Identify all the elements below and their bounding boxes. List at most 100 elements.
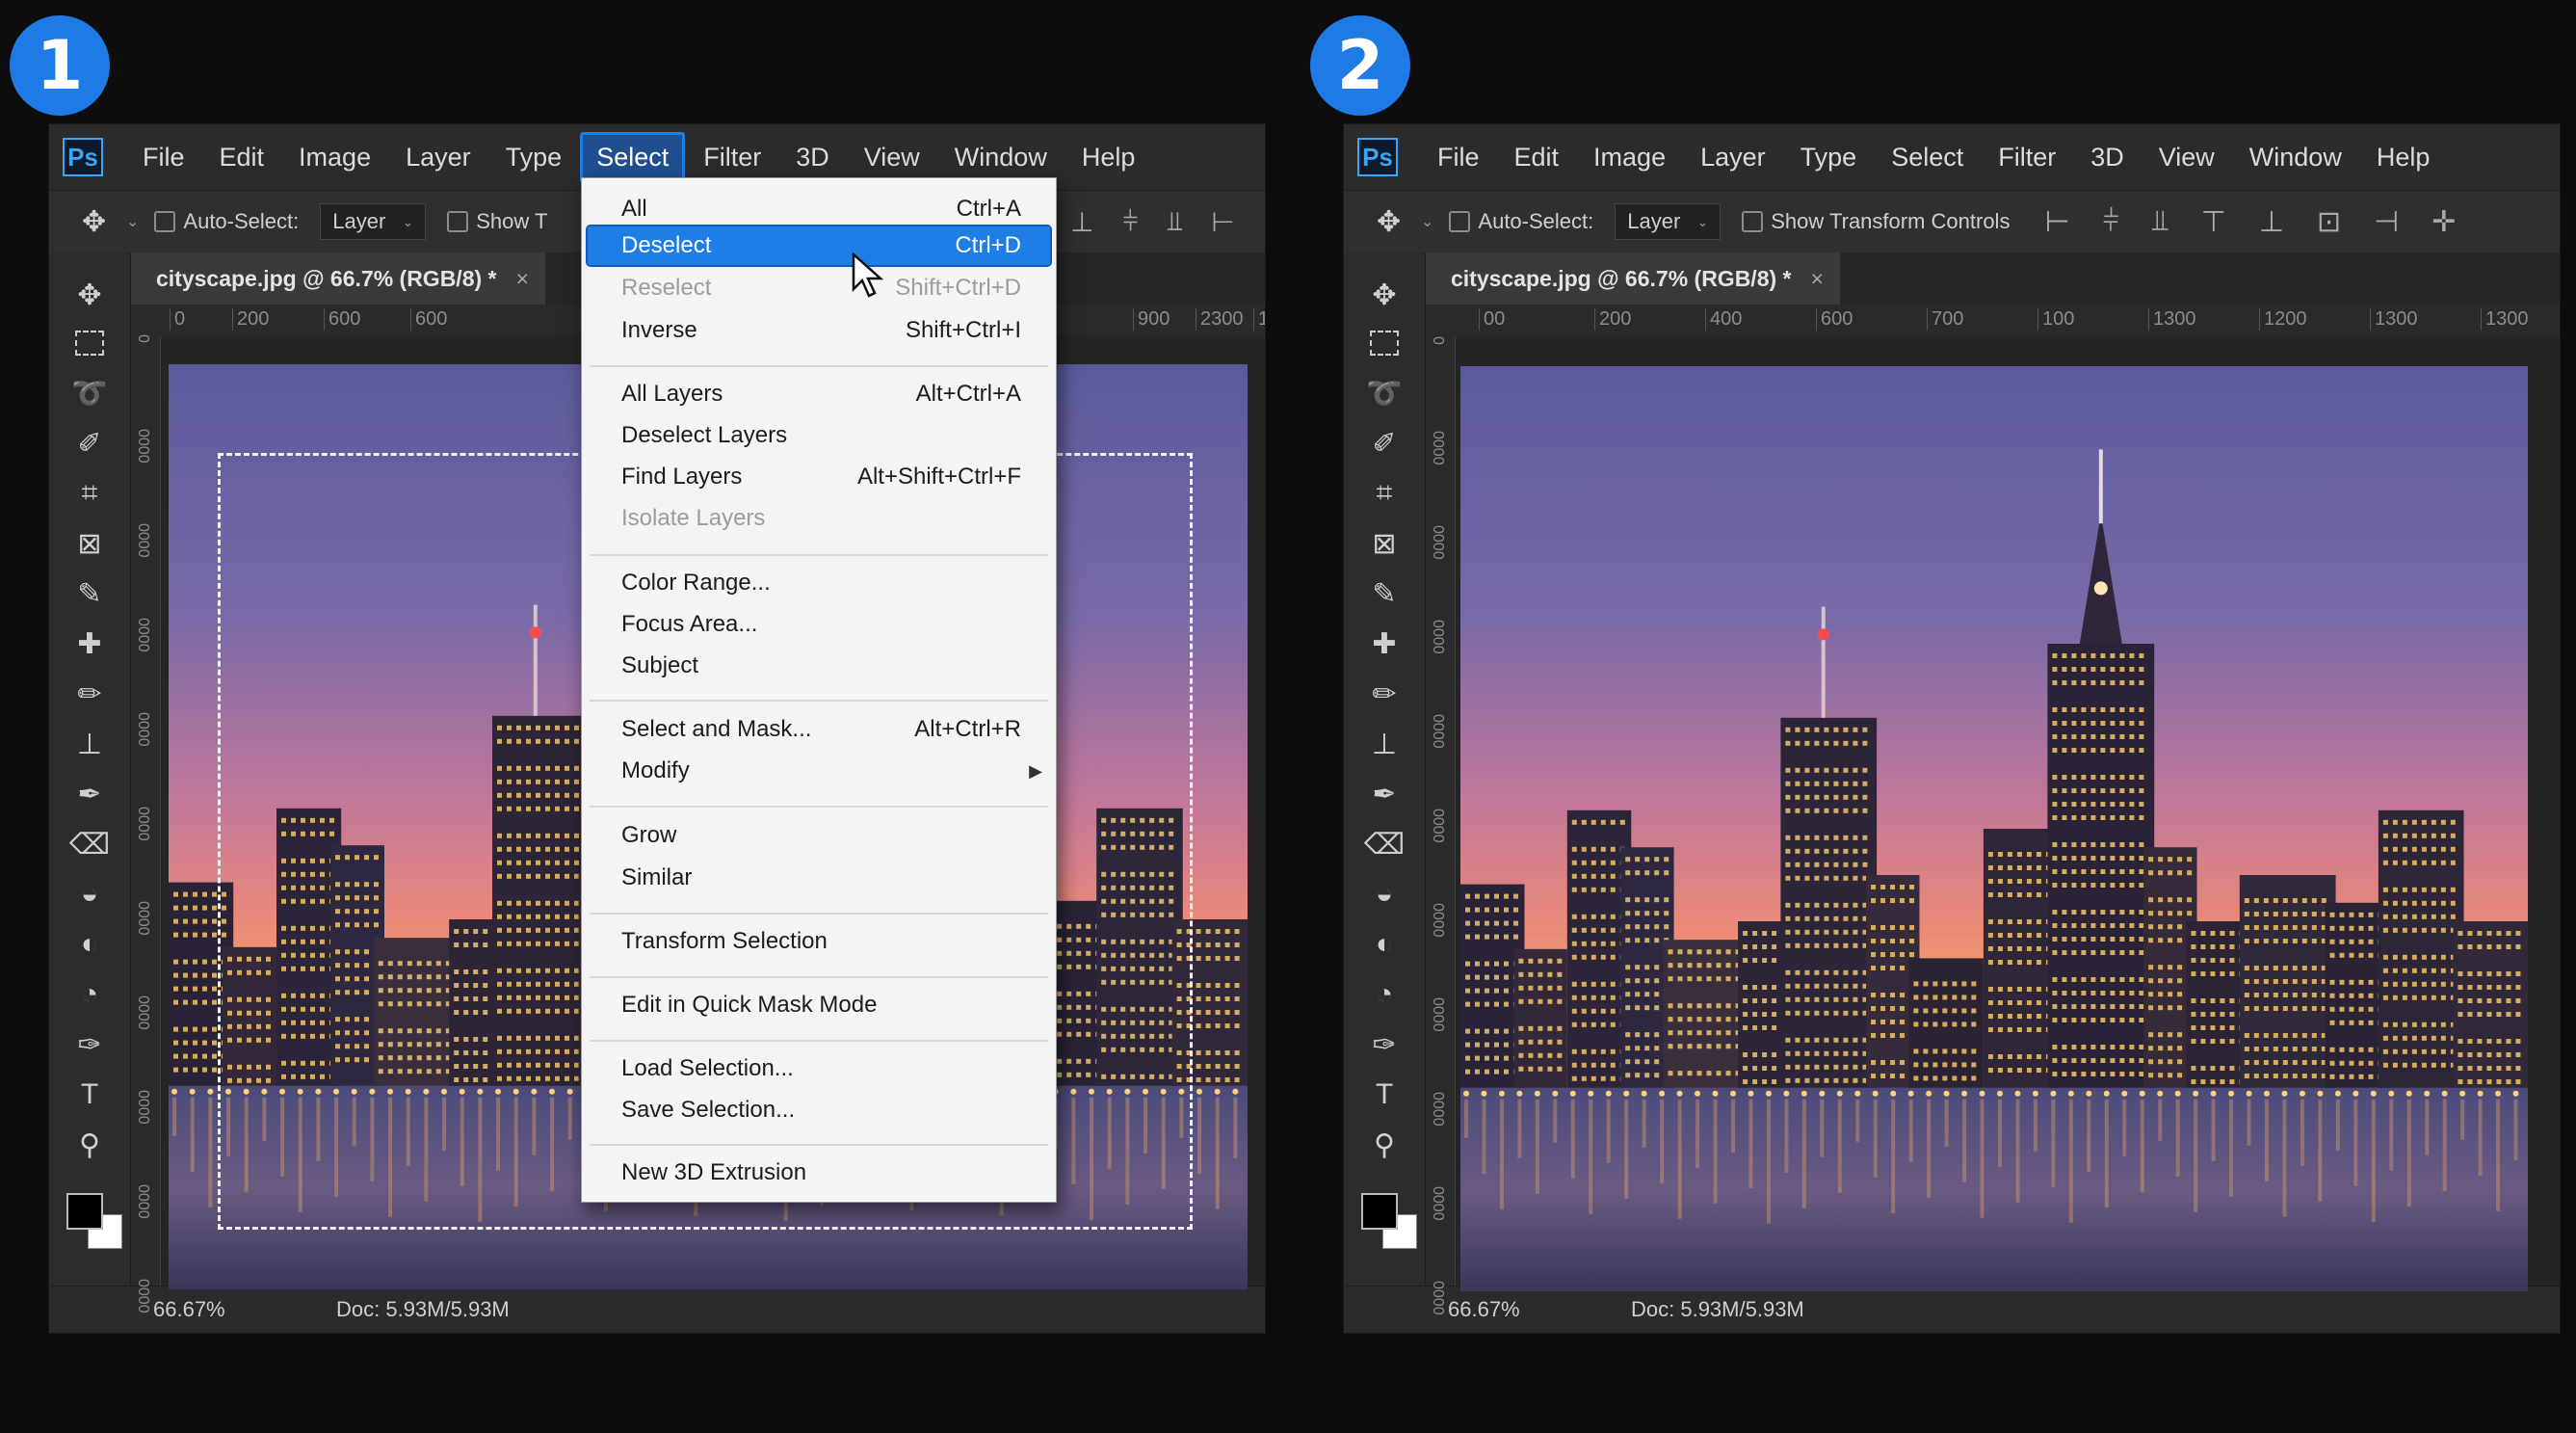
menu-layer[interactable]: Layer: [1684, 132, 1782, 183]
pen-icon[interactable]: ✑: [1344, 1022, 1425, 1068]
menu-item-all[interactable]: All Ctrl+A: [582, 190, 1056, 228]
brush-icon[interactable]: ✏: [1344, 671, 1425, 717]
align-center-icon[interactable]: ⫩: [2103, 205, 2119, 239]
history-brush-icon[interactable]: ✒: [1344, 771, 1425, 817]
stamp-icon[interactable]: ⊥: [1344, 721, 1425, 767]
move-tool-icon[interactable]: ✥: [1377, 205, 1411, 239]
menu-window[interactable]: Window: [2233, 132, 2358, 183]
stamp-icon[interactable]: ⊥: [49, 721, 130, 767]
auto-select-checkbox[interactable]: [154, 211, 176, 232]
menu-image[interactable]: Image: [1577, 132, 1682, 183]
move-tool-icon[interactable]: ✥: [82, 205, 117, 239]
menu-item-find-layers[interactable]: Find Layers Alt+Shift+Ctrl+F: [582, 458, 1056, 496]
menu-window[interactable]: Window: [938, 132, 1064, 183]
menu-item-load-selection[interactable]: Load Selection...: [582, 1049, 1056, 1088]
auto-select-target-dropdown[interactable]: Layer ⌄: [320, 203, 427, 240]
align-bottom-icon[interactable]: ⫫: [1167, 206, 1182, 238]
frame-icon[interactable]: ⊠: [1344, 520, 1425, 567]
menu-filter[interactable]: Filter: [1982, 132, 2072, 183]
align-middle-icon[interactable]: ⊥: [2259, 205, 2284, 239]
healing-icon[interactable]: ✚: [1344, 621, 1425, 667]
align-bottom-icon[interactable]: ⊡: [2317, 205, 2341, 239]
menu-item-transform-selection[interactable]: Transform Selection: [582, 922, 1056, 961]
pen-icon[interactable]: ✑: [49, 1022, 130, 1068]
distribute-icon[interactable]: ⊢: [1211, 206, 1234, 238]
blur-icon[interactable]: ◐: [1344, 921, 1425, 968]
menu-image[interactable]: Image: [282, 132, 387, 183]
menu-item-similar[interactable]: Similar: [582, 859, 1056, 897]
brush-icon[interactable]: ✏: [49, 671, 130, 717]
menu-item-subject[interactable]: Subject: [582, 647, 1056, 685]
gradient-icon[interactable]: ◒: [49, 871, 130, 917]
marquee-icon[interactable]: [1344, 320, 1425, 366]
menu-item-inverse[interactable]: Inverse Shift+Ctrl+I: [582, 311, 1056, 350]
menu-select[interactable]: Select: [1875, 132, 1980, 183]
document-tab[interactable]: cityscape.jpg @ 66.7% (RGB/8) * ×: [131, 252, 545, 305]
marquee-icon[interactable]: [49, 320, 130, 366]
blur-icon[interactable]: ◐: [49, 921, 130, 968]
menu-view[interactable]: View: [2142, 132, 2231, 183]
menu-filter[interactable]: Filter: [687, 132, 777, 183]
lasso-icon[interactable]: ➰: [49, 370, 130, 416]
photoshop-logo[interactable]: Ps: [63, 138, 103, 176]
menu-edit[interactable]: Edit: [1498, 132, 1576, 183]
menu-layer[interactable]: Layer: [389, 132, 487, 183]
eyedropper-icon[interactable]: ✎: [1344, 571, 1425, 617]
menu-view[interactable]: View: [848, 132, 936, 183]
cityscape-photo-after[interactable]: [1460, 366, 2528, 1291]
menu-file[interactable]: File: [1421, 132, 1496, 183]
lasso-icon[interactable]: ➰: [1344, 370, 1425, 416]
menu-3d[interactable]: 3D: [2074, 132, 2141, 183]
menu-item-grow[interactable]: Grow: [582, 816, 1056, 855]
menu-item-deselect[interactable]: Deselect Ctrl+D: [586, 225, 1052, 267]
eraser-icon[interactable]: ⌫: [49, 821, 130, 867]
menu-item-modify[interactable]: Modify ▶: [582, 752, 1056, 790]
menu-type[interactable]: Type: [1784, 132, 1874, 183]
close-icon[interactable]: ×: [516, 266, 529, 292]
dodge-icon[interactable]: ◔: [49, 971, 130, 1018]
menu-select[interactable]: Select: [580, 131, 686, 183]
gradient-icon[interactable]: ◒: [1344, 871, 1425, 917]
menu-file[interactable]: File: [126, 132, 201, 183]
align-top-icon[interactable]: ⊤: [2201, 205, 2226, 239]
close-icon[interactable]: ×: [1811, 266, 1824, 292]
menu-item-focus-area[interactable]: Focus Area...: [582, 605, 1056, 644]
history-brush-icon[interactable]: ✒: [49, 771, 130, 817]
quick-select-icon[interactable]: ✐: [1344, 420, 1425, 466]
distribute-spacing-icon[interactable]: ✛: [2431, 205, 2456, 239]
crop-icon[interactable]: ⌗: [1344, 470, 1425, 517]
quick-select-icon[interactable]: ✐: [49, 420, 130, 466]
menu-help[interactable]: Help: [2360, 132, 2447, 183]
crop-icon[interactable]: ⌗: [49, 470, 130, 517]
menu-edit[interactable]: Edit: [203, 132, 281, 183]
menu-item-all-layers[interactable]: All Layers Alt+Ctrl+A: [582, 375, 1056, 413]
align-top-icon[interactable]: ⊥: [1070, 206, 1093, 238]
zoom-icon[interactable]: ⚲: [49, 1122, 130, 1168]
document-tab[interactable]: cityscape.jpg @ 66.7% (RGB/8) * ×: [1426, 252, 1840, 305]
zoom-icon[interactable]: ⚲: [1344, 1122, 1425, 1168]
eraser-icon[interactable]: ⌫: [1344, 821, 1425, 867]
eyedropper-icon[interactable]: ✎: [49, 571, 130, 617]
menu-3d[interactable]: 3D: [779, 132, 846, 183]
move-icon[interactable]: ✥: [49, 272, 130, 318]
auto-select-target-dropdown[interactable]: Layer ⌄: [1615, 203, 1722, 240]
menu-item-new-3d-extrusion[interactable]: New 3D Extrusion: [582, 1154, 1056, 1192]
distribute-icon[interactable]: ⊣: [2374, 205, 2399, 239]
show-transform-checkbox[interactable]: [1742, 211, 1764, 232]
align-left-icon[interactable]: ⊢: [2044, 205, 2069, 239]
show-transform-checkbox[interactable]: [447, 211, 469, 232]
align-right-icon[interactable]: ⫫: [2152, 205, 2169, 239]
menu-type[interactable]: Type: [489, 132, 579, 183]
menu-help[interactable]: Help: [1065, 132, 1152, 183]
menu-item-color-range[interactable]: Color Range...: [582, 564, 1056, 602]
type-icon[interactable]: T: [49, 1072, 130, 1118]
chevron-down-icon[interactable]: ⌄: [126, 212, 139, 231]
menu-item-deselect-layers[interactable]: Deselect Layers: [582, 416, 1056, 455]
frame-icon[interactable]: ⊠: [49, 520, 130, 567]
photoshop-logo[interactable]: Ps: [1357, 138, 1398, 176]
auto-select-checkbox[interactable]: [1449, 211, 1471, 232]
type-icon[interactable]: T: [1344, 1072, 1425, 1118]
healing-icon[interactable]: ✚: [49, 621, 130, 667]
menu-item-quick-mask[interactable]: Edit in Quick Mask Mode: [582, 986, 1056, 1024]
menu-item-save-selection[interactable]: Save Selection...: [582, 1091, 1056, 1129]
